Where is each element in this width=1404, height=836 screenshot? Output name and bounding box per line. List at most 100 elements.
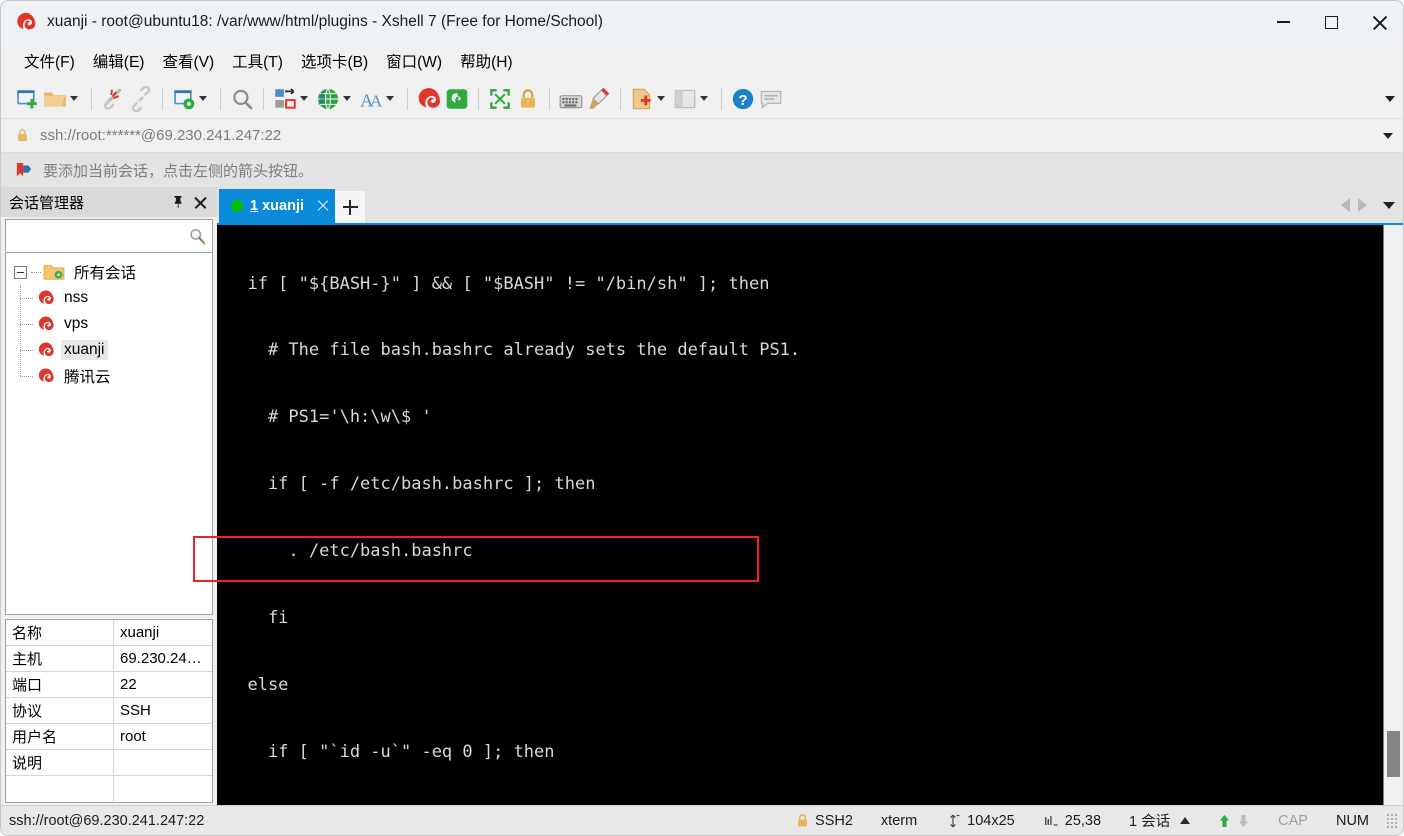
- tab-list-icon[interactable]: [1383, 201, 1395, 209]
- minimize-button[interactable]: [1259, 1, 1307, 43]
- search-input[interactable]: [6, 227, 188, 245]
- arrow-down-icon: [1237, 813, 1250, 829]
- open-session-dropdown-icon[interactable]: [70, 96, 78, 101]
- new-session-button[interactable]: [13, 83, 41, 115]
- menu-help[interactable]: 帮助(H): [451, 46, 522, 76]
- close-icon[interactable]: [194, 196, 207, 209]
- property-row: 名称 xuanji: [6, 620, 212, 646]
- menu-tabs[interactable]: 选项卡(B): [292, 46, 377, 76]
- tree-root-label: 所有会话: [74, 265, 137, 282]
- property-row: 协议 SSH: [6, 698, 212, 724]
- highlight-button[interactable]: [585, 83, 613, 115]
- toolbar-overflow-icon[interactable]: [1385, 95, 1395, 102]
- session-item-vps[interactable]: vps: [20, 311, 212, 337]
- font-dropdown-icon[interactable]: [386, 96, 394, 101]
- global-button[interactable]: [314, 83, 357, 115]
- caret-up-icon[interactable]: [1180, 817, 1191, 824]
- folder-sessions-icon: [43, 263, 65, 281]
- terminal-scrollbar[interactable]: [1383, 225, 1403, 805]
- xshell-icon: [418, 87, 441, 108]
- lock-session-button[interactable]: [514, 83, 542, 115]
- menu-window[interactable]: 窗口(W): [377, 46, 451, 76]
- property-value: 22: [120, 676, 137, 693]
- scrollbar-thumb[interactable]: [1387, 731, 1400, 777]
- status-caps-lock: CAP: [1278, 812, 1308, 829]
- property-row: [6, 776, 212, 802]
- previous-tab-icon[interactable]: [1341, 198, 1350, 212]
- xshell-session-icon: [36, 367, 56, 385]
- terminal-pane: 1 xuanji if [ "${BASH-}" ] && [ "$BASH" …: [193, 187, 1403, 805]
- session-properties-dropdown-icon[interactable]: [199, 96, 207, 101]
- status-num-lock: NUM: [1335, 812, 1369, 829]
- address-dropdown-icon[interactable]: [1383, 132, 1393, 139]
- fullscreen-button[interactable]: [486, 83, 514, 115]
- session-item-xuanji[interactable]: xuanji: [20, 337, 212, 363]
- property-key: 协议: [6, 698, 114, 723]
- globe-dropdown-icon[interactable]: [343, 96, 351, 101]
- new-xftp-button[interactable]: [443, 83, 471, 115]
- toolbar-separator: [721, 87, 722, 110]
- reconnect-button[interactable]: [127, 83, 155, 115]
- session-properties-button[interactable]: [170, 83, 213, 115]
- compose-dropdown-icon[interactable]: [657, 96, 665, 101]
- session-item-tencent-cloud[interactable]: 腾讯云: [20, 363, 212, 389]
- pin-icon[interactable]: [172, 195, 184, 209]
- search-icon[interactable]: [188, 227, 206, 245]
- open-session-button[interactable]: [41, 83, 84, 115]
- menu-edit[interactable]: 编辑(E): [84, 46, 154, 76]
- reconnect-icon: [131, 85, 151, 112]
- file-transfer-button[interactable]: [271, 83, 314, 115]
- next-tab-icon[interactable]: [1358, 198, 1367, 212]
- xshell-window: xuanji - root@ubuntu18: /var/www/html/pl…: [0, 0, 1404, 836]
- session-label: nss: [64, 289, 89, 306]
- tab-xuanji[interactable]: 1 xuanji: [219, 189, 336, 223]
- address-bar[interactable]: ssh://root:******@69.230.241.247:22: [1, 119, 1403, 153]
- property-key: [6, 776, 114, 802]
- fullscreen-icon: [490, 88, 510, 109]
- main-area: 会话管理器 所有会话 nss vps xuanji 腾讯云 名称 xuanji …: [1, 187, 1403, 805]
- highlight-icon: [589, 86, 610, 109]
- session-item-nss[interactable]: nss: [20, 285, 212, 311]
- svg-text:A: A: [370, 91, 383, 110]
- layout-dropdown-icon[interactable]: [700, 96, 708, 101]
- font-button[interactable]: A A: [357, 83, 400, 115]
- close-tab-icon[interactable]: [317, 200, 329, 212]
- close-button[interactable]: [1355, 1, 1403, 43]
- terminal-line: if [ "`id -u`" -eq 0 ]; then: [227, 741, 555, 762]
- collapse-icon[interactable]: [14, 265, 27, 279]
- tree-connector: [20, 324, 33, 325]
- property-value: xuanji: [120, 624, 160, 641]
- new-xshell-button[interactable]: [415, 83, 443, 115]
- window-title: xuanji - root@ubuntu18: /var/www/html/pl…: [47, 13, 603, 30]
- status-sessions[interactable]: 1 会话: [1115, 806, 1204, 836]
- property-row: 用户名 root: [6, 724, 212, 750]
- status-size-label: 104x25: [967, 812, 1015, 829]
- tree-root-all-sessions[interactable]: 所有会话: [6, 259, 212, 285]
- session-search-box[interactable]: [5, 219, 213, 253]
- resize-grip[interactable]: [1385, 813, 1399, 828]
- toolbar-separator: [549, 87, 550, 110]
- chat-button[interactable]: [757, 83, 785, 115]
- help-button[interactable]: ?: [729, 83, 757, 115]
- lock-icon: [520, 88, 536, 108]
- maximize-button[interactable]: [1307, 1, 1355, 43]
- terminal-screen[interactable]: if [ "${BASH-}" ] && [ "$BASH" != "/bin/…: [217, 225, 1383, 805]
- disconnect-button[interactable]: [99, 83, 127, 115]
- keyboard-button[interactable]: [557, 83, 585, 115]
- status-connection: ssh://root@69.230.241.247:22: [9, 812, 205, 829]
- status-cursor-position: 25,38: [1029, 806, 1115, 836]
- menu-tools[interactable]: 工具(T): [223, 46, 292, 76]
- find-button[interactable]: [228, 83, 256, 115]
- menu-file[interactable]: 文件(F): [15, 46, 84, 76]
- file-transfer-dropdown-icon[interactable]: [300, 96, 308, 101]
- property-row: 端口 22: [6, 672, 212, 698]
- toolbar: A A ?: [1, 79, 1403, 119]
- lock-icon: [15, 127, 30, 144]
- toolbar-separator: [407, 87, 408, 110]
- layout-button[interactable]: [671, 83, 714, 115]
- compose-button[interactable]: [628, 83, 671, 115]
- maximize-icon: [1324, 15, 1338, 29]
- new-tab-button[interactable]: [335, 191, 366, 223]
- menu-view[interactable]: 查看(V): [153, 46, 223, 76]
- property-key: 用户名: [6, 724, 114, 749]
